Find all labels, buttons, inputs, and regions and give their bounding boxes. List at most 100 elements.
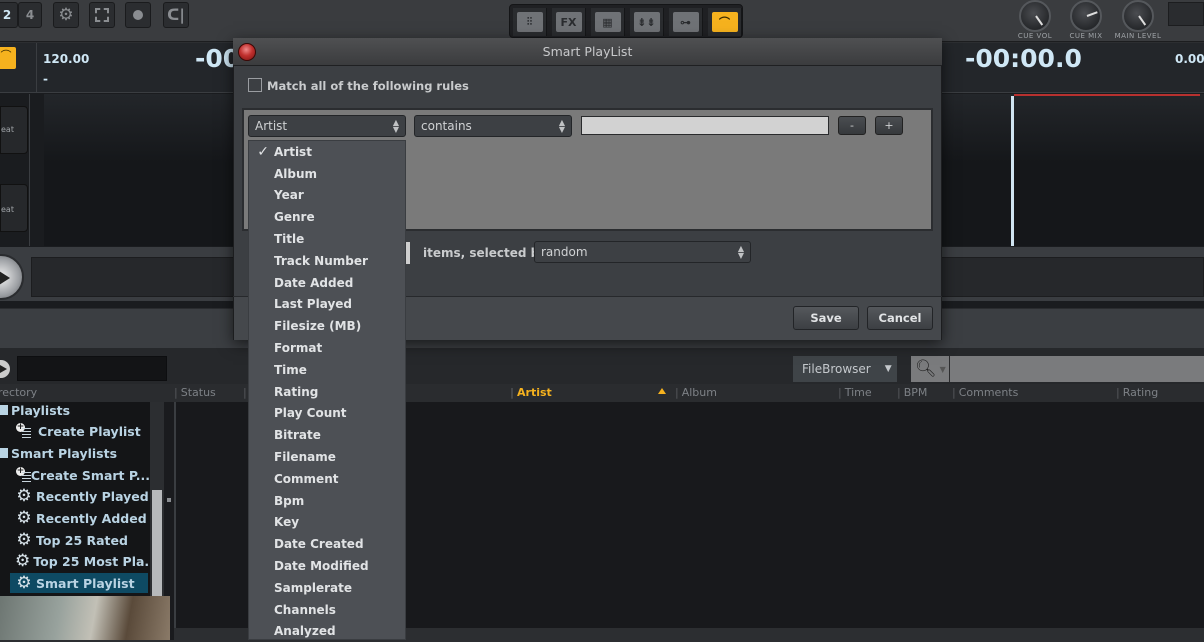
column-artist[interactable]: | Artist xyxy=(510,386,552,399)
gear-icon: ⚙ xyxy=(16,573,32,593)
rule-field-select[interactable]: Artist ▲ ▼ xyxy=(248,115,406,137)
menu-item-label: Date Created xyxy=(274,537,364,552)
path-field[interactable] xyxy=(17,356,167,381)
sampler-view-button[interactable]: ▦ xyxy=(591,8,625,36)
menu-item-label: Play Count xyxy=(274,406,347,421)
menu-item-filename[interactable]: Filename xyxy=(249,446,405,468)
menu-item-key[interactable]: Key xyxy=(249,512,405,534)
deck-envelope-icon[interactable]: ⌒ xyxy=(0,47,16,69)
tree-item-smart-playlists[interactable]: Smart Playlists xyxy=(0,443,150,463)
menu-item-play-count[interactable]: Play Count xyxy=(249,403,405,425)
menu-item-bitrate[interactable]: Bitrate xyxy=(249,424,405,446)
eq-view-button[interactable]: ⇟⇟ xyxy=(630,8,664,36)
fx-view-button[interactable]: FX xyxy=(552,8,586,36)
filebrowser-dropdown[interactable]: FileBrowser ▼ xyxy=(793,356,897,382)
envelope-view-button[interactable]: ⌒ xyxy=(708,8,742,36)
column-directory[interactable]: rectory xyxy=(0,386,37,399)
right-time-display: -00:00.0 xyxy=(965,44,1082,73)
menu-item-date-modified[interactable]: Date Modified xyxy=(249,555,405,577)
match-all-label: Match all of the following rules xyxy=(267,79,469,93)
deck-2-button[interactable]: 2 xyxy=(0,2,18,28)
cue-mix-knob[interactable]: CUE MIX xyxy=(1062,0,1110,40)
tree-item-create-playlist[interactable]: + Create Playlist xyxy=(0,421,150,441)
sort-ascending-icon xyxy=(658,388,666,394)
menu-item-title[interactable]: Title xyxy=(249,228,405,250)
column-bpm[interactable]: | BPM xyxy=(897,386,927,399)
record-icon xyxy=(133,10,143,20)
search-options-button[interactable]: 🔍︎ ▼ xyxy=(911,356,949,382)
beat-box-1[interactable]: eat xyxy=(0,106,28,154)
column-time[interactable]: | Time xyxy=(838,386,872,399)
tree-item-top-25-rated[interactable]: ⚙ Top 25 Rated xyxy=(0,530,150,550)
column-label: rectory xyxy=(0,386,38,399)
tree-item-smart-playlist[interactable]: ⚙ Smart Playlist xyxy=(10,573,148,593)
menu-item-date-created[interactable]: Date Created xyxy=(249,533,405,555)
rule-operator-select[interactable]: contains ▲ ▼ xyxy=(414,115,572,137)
add-rule-button[interactable]: + xyxy=(875,116,903,135)
fullscreen-button[interactable] xyxy=(89,2,115,28)
tree-item-playlists[interactable]: Playlists xyxy=(0,400,150,420)
rule-value-input[interactable] xyxy=(581,116,829,135)
tree-item-recently-added[interactable]: ⚙ Recently Added xyxy=(0,508,150,528)
bpm-value: 120.00 xyxy=(43,52,90,66)
main-level-knob[interactable]: MAIN LEVEL xyxy=(1114,0,1162,40)
menu-item-samplerate[interactable]: Samplerate xyxy=(249,577,405,599)
column-status[interactable]: | Status xyxy=(174,386,216,399)
menu-item-comment[interactable]: Comment xyxy=(249,468,405,490)
column-album[interactable]: | Album xyxy=(675,386,717,399)
menu-item-label: Filename xyxy=(274,450,336,465)
settings-button[interactable]: ⚙ xyxy=(53,2,79,28)
match-all-checkbox[interactable] xyxy=(248,78,262,92)
record-button[interactable] xyxy=(125,2,151,28)
cancel-button[interactable]: Cancel xyxy=(867,306,933,330)
cue-mix-label: CUE MIX xyxy=(1069,32,1103,40)
tree-item-label: Recently Added xyxy=(36,510,147,526)
menu-item-channels[interactable]: Channels xyxy=(249,599,405,621)
close-icon[interactable] xyxy=(238,43,256,61)
create-playlist-icon: + xyxy=(16,423,34,439)
tree-item-label: Recently Played xyxy=(36,488,149,504)
menu-item-bpm[interactable]: Bpm xyxy=(249,490,405,512)
search-input[interactable] xyxy=(911,356,1204,382)
knob-icon xyxy=(1070,0,1102,32)
menu-item-track-number[interactable]: Track Number xyxy=(249,250,405,272)
playhead[interactable] xyxy=(1011,96,1014,246)
menu-item-label: Analyzed xyxy=(274,624,336,639)
remove-rule-button[interactable]: - xyxy=(838,116,866,135)
menu-item-label: Channels xyxy=(274,602,336,617)
tree-item-create-smart-playlist[interactable]: + Create Smart P... xyxy=(0,465,150,485)
menu-item-rating[interactable]: Rating xyxy=(249,381,405,403)
rule-field-value: Artist xyxy=(255,119,288,133)
mixer-view-button[interactable]: ⫶⫶ xyxy=(513,8,547,36)
rule-operator-value: contains xyxy=(421,119,472,133)
menu-item-format[interactable]: Format xyxy=(249,337,405,359)
menu-item-analyzed[interactable]: Analyzed xyxy=(249,621,405,642)
level-meter xyxy=(1168,2,1204,26)
column-rating[interactable]: | Rating xyxy=(1116,386,1158,399)
cue-vol-knob[interactable]: CUE VOL xyxy=(1011,0,1059,40)
menu-item-last-played[interactable]: Last Played xyxy=(249,294,405,316)
tree-item-recently-played[interactable]: ⚙ Recently Played xyxy=(0,486,150,506)
menu-item-filesize-mb[interactable]: Filesize (MB) xyxy=(249,315,405,337)
link-view-button[interactable]: ⊶ xyxy=(669,8,703,36)
menu-item-album[interactable]: Album xyxy=(249,163,405,185)
selected-by-select[interactable]: random ▲ ▼ xyxy=(534,241,751,263)
splitter-handle[interactable] xyxy=(167,498,171,502)
menu-item-date-added[interactable]: Date Added xyxy=(249,272,405,294)
tree-item-top-25-most-played[interactable]: ⚙ Top 25 Most Pla... xyxy=(0,551,159,571)
tree-item-label: Top 25 Most Pla... xyxy=(33,553,159,569)
deck-divider xyxy=(36,43,37,93)
deck-4-button[interactable]: 4 xyxy=(18,2,42,28)
magnet-icon: ᑕ| xyxy=(167,6,185,24)
link-icon: ⊶ xyxy=(672,12,699,32)
save-button[interactable]: Save xyxy=(793,306,859,330)
tree-scrollbar-thumb[interactable] xyxy=(152,490,162,596)
column-comments[interactable]: | Comments xyxy=(952,386,1018,399)
menu-item-genre[interactable]: Genre xyxy=(249,206,405,228)
beat-box-2[interactable]: eat xyxy=(0,184,28,232)
menu-item-year[interactable]: Year xyxy=(249,185,405,207)
menu-item-time[interactable]: Time xyxy=(249,359,405,381)
menu-item-artist[interactable]: ✓ Artist xyxy=(249,141,405,163)
snap-button[interactable]: ᑕ| xyxy=(163,2,189,28)
menu-item-label: Last Played xyxy=(274,297,352,312)
